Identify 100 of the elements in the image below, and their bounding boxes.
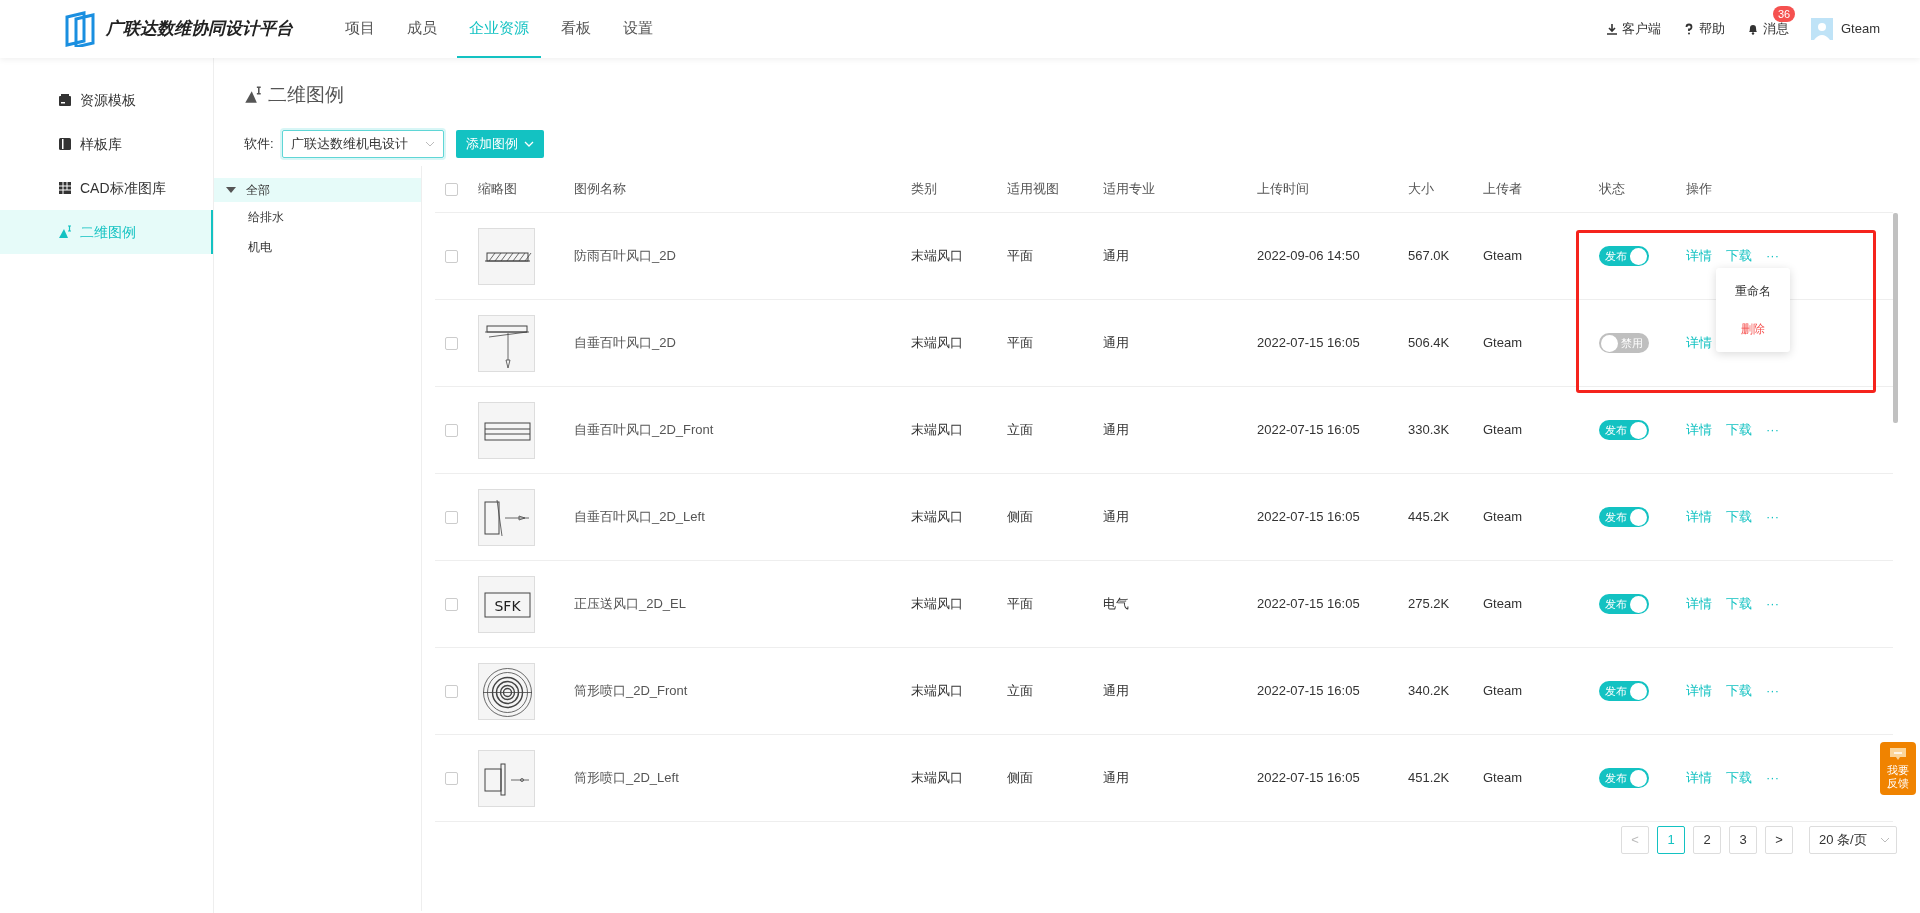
action-link[interactable]: 详情: [1686, 509, 1712, 525]
table-cell: Gteam: [1483, 335, 1522, 351]
checkbox[interactable]: [445, 182, 458, 196]
grid-icon: [58, 181, 72, 195]
thumbnail-drawing: [478, 227, 535, 285]
more-link[interactable]: ···: [1766, 596, 1779, 612]
user-name[interactable]: Gteam: [1841, 19, 1880, 39]
status-toggle[interactable]: 禁用: [1599, 333, 1649, 353]
tool-link[interactable]: 客户端: [1622, 19, 1661, 39]
bell-icon[interactable]: [1747, 23, 1759, 35]
sidebar-item[interactable]: CAD标准图库: [0, 166, 213, 210]
sidebar-item[interactable]: 样板库: [0, 122, 213, 166]
table-cell: 通用: [1103, 770, 1129, 786]
action-link[interactable]: 详情: [1686, 683, 1712, 699]
more-link[interactable]: ···: [1766, 248, 1779, 264]
more-link[interactable]: ···: [1766, 770, 1779, 786]
help-icon[interactable]: [1683, 23, 1695, 35]
action-link[interactable]: 详情: [1686, 422, 1712, 438]
avatar[interactable]: [1811, 18, 1833, 40]
legend-name: 自垂百叶风口_2D: [574, 335, 676, 351]
status-toggle[interactable]: 发布: [1599, 768, 1649, 788]
page-button[interactable]: 1: [1657, 826, 1685, 854]
tool-link[interactable]: 帮助: [1699, 19, 1725, 39]
table-cell: 2022-07-15 16:05: [1257, 509, 1360, 525]
nav-tab[interactable]: 成员: [395, 0, 449, 58]
action-link[interactable]: 下载: [1726, 422, 1752, 438]
thumbnail-drawing: [478, 401, 535, 459]
checkbox[interactable]: [445, 771, 458, 785]
checkbox[interactable]: [445, 336, 458, 350]
column-header: 图例名称: [574, 181, 626, 197]
page-button[interactable]: 2: [1693, 826, 1721, 854]
more-link[interactable]: ···: [1766, 509, 1779, 525]
status-toggle[interactable]: 发布: [1599, 594, 1649, 614]
table-cell: Gteam: [1483, 509, 1522, 525]
table-cell: 330.3K: [1408, 422, 1450, 438]
sidebar-item[interactable]: 资源模板: [0, 78, 213, 122]
feedback-button[interactable]: 我要反馈: [1880, 742, 1916, 795]
action-link[interactable]: 详情: [1686, 248, 1712, 264]
status-toggle[interactable]: 发布: [1599, 507, 1649, 527]
table-cell: Gteam: [1483, 422, 1522, 438]
add-button[interactable]: 添加图例: [455, 130, 544, 158]
table-cell: 567.0K: [1408, 248, 1450, 264]
checkbox[interactable]: [445, 597, 458, 611]
action-link[interactable]: 下载: [1726, 770, 1752, 786]
tree-node[interactable]: 机电: [214, 232, 421, 262]
table-cell: 末端风口: [911, 335, 963, 351]
table-cell: Gteam: [1483, 248, 1522, 264]
caret-icon[interactable]: [226, 186, 236, 194]
nav-tab[interactable]: 看板: [549, 0, 603, 58]
nav-tab[interactable]: 企业资源: [457, 0, 541, 58]
next-page-button[interactable]: >: [1765, 826, 1793, 854]
table-cell: 2022-07-15 16:05: [1257, 335, 1360, 351]
action-link[interactable]: 详情: [1686, 335, 1712, 351]
action-link[interactable]: 下载: [1726, 248, 1752, 264]
menu-item[interactable]: 重命名: [1716, 272, 1790, 310]
column-header: 缩略图: [478, 181, 517, 197]
column-header: 大小: [1408, 181, 1434, 197]
action-link[interactable]: 详情: [1686, 596, 1712, 612]
column-header: 上传者: [1483, 181, 1522, 197]
table-cell: 275.2K: [1408, 596, 1450, 612]
chevron-down-icon: [523, 141, 534, 147]
status-toggle[interactable]: 发布: [1599, 681, 1649, 701]
tree-node[interactable]: 给排水: [214, 202, 421, 232]
page-button[interactable]: 3: [1729, 826, 1757, 854]
tree-node[interactable]: 全部: [214, 178, 421, 202]
action-link[interactable]: 下载: [1726, 509, 1752, 525]
nav-tab[interactable]: 设置: [611, 0, 665, 58]
page-size-select[interactable]: 20 条/页: [1809, 826, 1897, 854]
table-cell: 末端风口: [911, 248, 963, 264]
prev-page-button[interactable]: <: [1621, 826, 1649, 854]
menu-item[interactable]: 删除: [1716, 310, 1790, 348]
table-cell: 电气: [1103, 596, 1129, 612]
table-cell: 立面: [1007, 422, 1033, 438]
status-toggle[interactable]: 发布: [1599, 420, 1649, 440]
table-cell: Gteam: [1483, 683, 1522, 699]
software-select[interactable]: 广联达数维机电设计: [281, 130, 444, 158]
legend-name: 筒形喷口_2D_Front: [574, 683, 688, 699]
table-cell: 2022-07-15 16:05: [1257, 596, 1360, 612]
table-cell: 平面: [1007, 248, 1033, 264]
action-link[interactable]: 下载: [1726, 683, 1752, 699]
checkbox[interactable]: [445, 684, 458, 698]
checkbox[interactable]: [445, 249, 458, 263]
table-cell: Gteam: [1483, 596, 1522, 612]
column-header: 操作: [1686, 181, 1712, 197]
sidebar-label: CAD标准图库: [80, 178, 166, 198]
table-cell: 506.4K: [1408, 335, 1450, 351]
scrollbar[interactable]: [1893, 213, 1898, 423]
sidebar-item[interactable]: 二维图例: [0, 210, 213, 254]
table-cell: 2022-07-15 16:05: [1257, 770, 1360, 786]
checkbox[interactable]: [445, 423, 458, 437]
checkbox[interactable]: [445, 510, 458, 524]
action-link[interactable]: 详情: [1686, 770, 1712, 786]
action-link[interactable]: 下载: [1726, 596, 1752, 612]
status-toggle[interactable]: 发布: [1599, 246, 1649, 266]
table-cell: 通用: [1103, 683, 1129, 699]
thumbnail-drawing: SFK: [478, 575, 535, 633]
more-link[interactable]: ···: [1766, 683, 1779, 699]
download-icon[interactable]: [1606, 23, 1618, 35]
more-link[interactable]: ···: [1766, 422, 1779, 438]
nav-tab[interactable]: 项目: [333, 0, 387, 58]
